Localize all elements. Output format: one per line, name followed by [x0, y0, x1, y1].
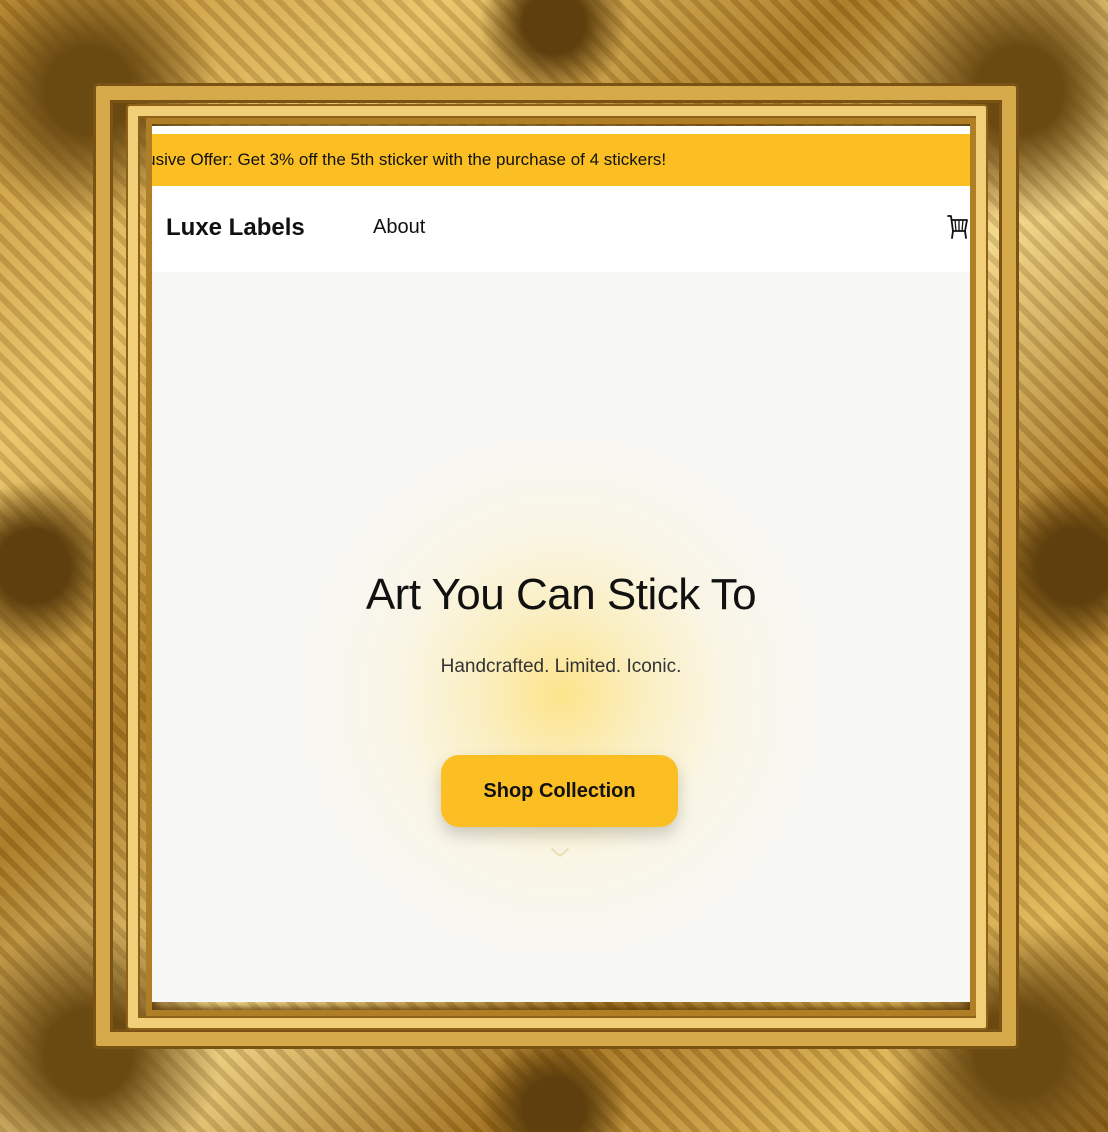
nav-link-about[interactable]: About: [373, 216, 425, 239]
hero-section: Art You Can Stick To Handcrafted. Limite…: [152, 272, 970, 1002]
website-viewport: Exclusive Offer: Get 3% off the 5th stic…: [152, 126, 970, 1002]
site-logo[interactable]: Luxe Labels: [166, 214, 305, 242]
promo-text: Exclusive Offer: Get 3% off the 5th stic…: [152, 150, 667, 169]
hero-subtitle: Handcrafted. Limited. Iconic.: [440, 656, 682, 677]
chevron-down-icon[interactable]: [550, 847, 570, 859]
promo-banner: Exclusive Offer: Get 3% off the 5th stic…: [152, 134, 970, 186]
hero-title: Art You Can Stick To: [365, 570, 757, 619]
cart-icon[interactable]: [946, 213, 970, 241]
shop-collection-button[interactable]: Shop Collection: [441, 755, 678, 827]
navbar: Luxe Labels About: [152, 186, 970, 272]
